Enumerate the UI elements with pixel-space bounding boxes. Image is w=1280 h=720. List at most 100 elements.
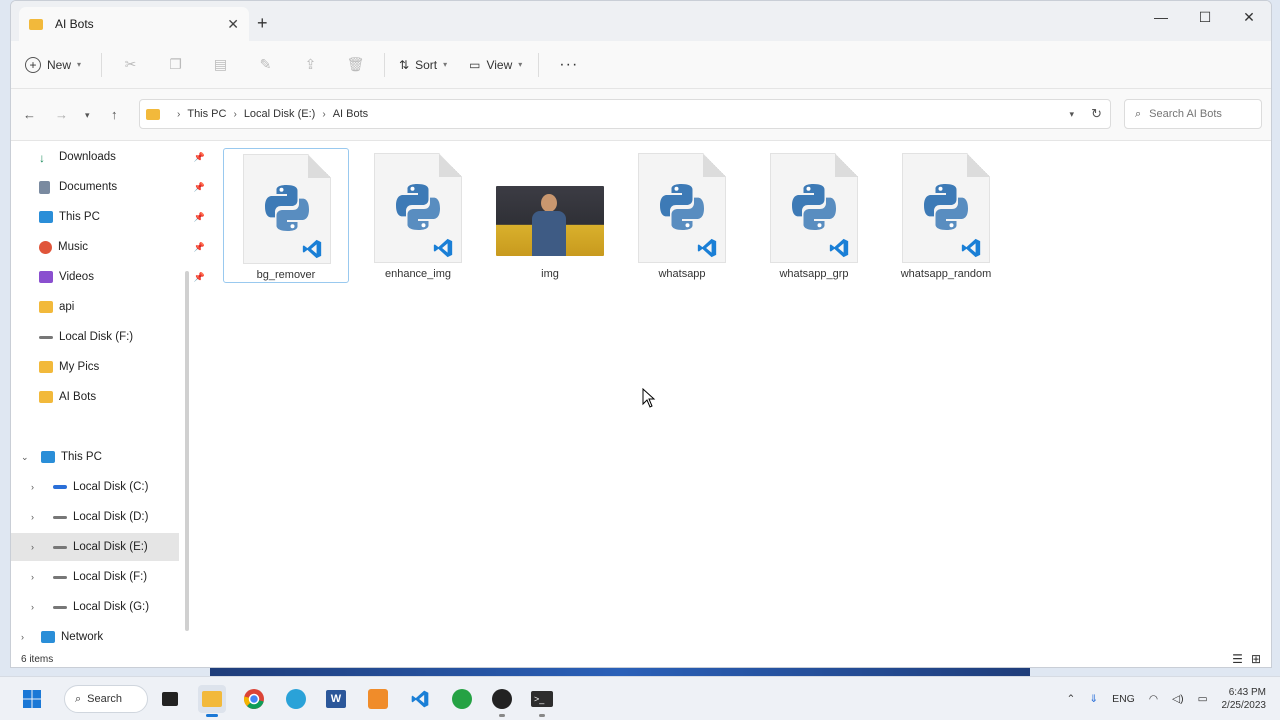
file-item[interactable]: img bbox=[487, 148, 613, 283]
close-tab-icon[interactable]: ✕ bbox=[227, 16, 239, 33]
sidebar-item-local-disk-f[interactable]: › Local Disk (F:) bbox=[29, 563, 199, 591]
copy-button[interactable]: ❐ bbox=[153, 50, 198, 80]
sidebar-item-local-disk-c[interactable]: › Local Disk (C:) bbox=[29, 473, 199, 501]
file-name: bg_remover bbox=[256, 269, 316, 281]
sidebar-item-downloads[interactable]: ↓ Downloads 📌 bbox=[39, 143, 209, 171]
chevron-right-icon[interactable]: › bbox=[31, 512, 34, 522]
sidebar-item-label: Music bbox=[58, 241, 89, 253]
sidebar-item-local-disk-g[interactable]: › Local Disk (G:) bbox=[29, 593, 199, 621]
python-logo-icon bbox=[396, 184, 440, 230]
app-2-taskbar-button[interactable] bbox=[488, 685, 516, 717]
chevron-down-icon[interactable]: ⌄ bbox=[21, 452, 29, 463]
file-item[interactable]: whatsapp_grp bbox=[751, 148, 877, 283]
sidebar-item-network[interactable]: › Network bbox=[19, 623, 189, 651]
search-input[interactable] bbox=[1149, 108, 1250, 120]
back-arrow-icon[interactable]: ← bbox=[23, 107, 36, 122]
word-taskbar-button[interactable]: W bbox=[322, 685, 350, 713]
file-item[interactable]: whatsapp bbox=[619, 148, 745, 283]
sidebar-scrollbar[interactable] bbox=[185, 271, 189, 631]
task-view-button[interactable] bbox=[156, 685, 184, 713]
chevron-right-icon[interactable]: › bbox=[31, 542, 34, 552]
sidebar-item-videos[interactable]: Videos 📌 bbox=[39, 263, 209, 291]
sidebar-item-local-disk-d[interactable]: › Local Disk (D:) bbox=[29, 503, 199, 531]
breadcrumb-ai-bots[interactable]: AI Bots bbox=[333, 108, 368, 120]
file-item[interactable]: bg_remover bbox=[223, 148, 349, 283]
pin-icon[interactable]: 📌 bbox=[194, 212, 205, 223]
breadcrumb-this-pc[interactable]: This PC bbox=[187, 108, 226, 120]
start-button[interactable] bbox=[18, 685, 46, 713]
up-arrow-icon[interactable]: ↑ bbox=[111, 107, 118, 122]
running-indicator bbox=[539, 714, 545, 717]
forward-arrow-icon[interactable]: → bbox=[55, 107, 68, 122]
app-taskbar-button[interactable] bbox=[282, 685, 310, 713]
address-row: ← → ▾ ↑ › This PC › Local Disk (E:) › AI… bbox=[11, 89, 1271, 141]
sort-button[interactable]: ⇅ Sort ▾ bbox=[399, 58, 447, 72]
pin-icon[interactable]: 📌 bbox=[194, 152, 205, 163]
sidebar-item-api[interactable]: api bbox=[39, 293, 209, 321]
chevron-right-icon[interactable]: › bbox=[31, 482, 34, 492]
sidebar-item-this-pc[interactable]: ⌄ This PC bbox=[19, 443, 189, 471]
large-icons-view-icon[interactable]: ⊞ bbox=[1251, 652, 1261, 666]
chevron-right-icon: › bbox=[233, 108, 237, 120]
recent-locations-icon[interactable]: ▾ bbox=[85, 110, 90, 121]
share-button[interactable]: ⇪ bbox=[288, 50, 333, 80]
clock[interactable]: 6:43 PM 2/25/2023 bbox=[1222, 686, 1267, 712]
taskbar-search[interactable]: ⌕ Search bbox=[64, 685, 148, 713]
chrome-taskbar-button[interactable] bbox=[240, 685, 268, 713]
sidebar-item-local-disk-f-quick[interactable]: Local Disk (F:) bbox=[39, 323, 209, 351]
chevron-right-icon[interactable]: › bbox=[21, 632, 24, 642]
app-icon bbox=[286, 689, 306, 709]
sidebar-item-music[interactable]: Music 📌 bbox=[39, 233, 209, 261]
details-view-icon[interactable]: ☰ bbox=[1232, 652, 1243, 666]
paste-button[interactable]: ▤ bbox=[198, 50, 243, 80]
view-toggles: ☰ ⊞ bbox=[1232, 652, 1261, 666]
usb-icon[interactable]: ⇓ bbox=[1089, 693, 1098, 705]
wifi-icon[interactable]: ◠ bbox=[1149, 693, 1158, 705]
whatsapp-taskbar-button[interactable] bbox=[448, 685, 476, 713]
file-name: enhance_img bbox=[384, 268, 452, 280]
sidebar-item-documents[interactable]: Documents 📌 bbox=[39, 173, 209, 201]
sidebar-item-label: This PC bbox=[59, 211, 100, 223]
pin-icon[interactable]: 📌 bbox=[194, 272, 205, 283]
volume-icon[interactable]: ◁) bbox=[1172, 693, 1184, 705]
divider bbox=[384, 52, 386, 77]
search-box[interactable]: ⌕ bbox=[1124, 99, 1262, 129]
refresh-icon[interactable]: ↻ bbox=[1091, 106, 1102, 122]
language-indicator[interactable]: ENG bbox=[1112, 693, 1135, 705]
chevron-up-icon[interactable]: ⌃ bbox=[1066, 693, 1075, 705]
new-button[interactable]: + New ▾ bbox=[25, 56, 81, 73]
view-button[interactable]: ▭ View ▾ bbox=[469, 58, 522, 72]
maximize-button[interactable]: ☐ bbox=[1183, 1, 1227, 33]
delete-button[interactable]: 🗑 bbox=[333, 50, 378, 80]
title-bar: AI Bots ✕ + — ☐ ✕ bbox=[11, 1, 1271, 41]
folder-icon bbox=[146, 108, 160, 120]
breadcrumb-local-disk-e[interactable]: Local Disk (E:) bbox=[244, 108, 316, 120]
sidebar-item-this-pc-quick[interactable]: This PC 📌 bbox=[39, 203, 209, 231]
file-item[interactable]: enhance_img bbox=[355, 148, 481, 283]
terminal-taskbar-button[interactable]: >_ bbox=[528, 685, 556, 717]
file-item[interactable]: whatsapp_random bbox=[883, 148, 1009, 283]
minimize-button[interactable]: — bbox=[1139, 1, 1183, 33]
file-explorer-window: AI Bots ✕ + — ☐ ✕ + New ▾ ✂ ❐ ▤ ✎ ⇪ 🗑 ⇅ … bbox=[10, 0, 1272, 668]
cut-button[interactable]: ✂ bbox=[108, 50, 153, 80]
close-window-button[interactable]: ✕ bbox=[1227, 1, 1271, 33]
battery-icon[interactable]: ▭ bbox=[1198, 693, 1208, 705]
pin-icon[interactable]: 📌 bbox=[194, 182, 205, 193]
python-file-icon bbox=[243, 154, 331, 264]
sidebar-item-my-pics[interactable]: My Pics bbox=[39, 353, 209, 381]
address-dropdown-icon[interactable]: ▾ bbox=[1069, 109, 1074, 120]
tab-ai-bots[interactable]: AI Bots ✕ bbox=[19, 7, 249, 41]
more-options-button[interactable]: ··· bbox=[559, 56, 578, 74]
sidebar-item-label: Local Disk (F:) bbox=[59, 331, 134, 343]
chevron-right-icon[interactable]: › bbox=[31, 572, 34, 582]
address-bar[interactable]: › This PC › Local Disk (E:) › AI Bots ▾ … bbox=[139, 99, 1111, 129]
chevron-right-icon[interactable]: › bbox=[31, 602, 34, 612]
sidebar-item-ai-bots[interactable]: AI Bots bbox=[39, 383, 209, 411]
vscode-taskbar-button[interactable] bbox=[406, 685, 434, 713]
pin-icon[interactable]: 📌 bbox=[194, 242, 205, 253]
sublime-taskbar-button[interactable] bbox=[364, 685, 392, 713]
new-tab-button[interactable]: + bbox=[257, 13, 268, 34]
rename-button[interactable]: ✎ bbox=[243, 50, 288, 80]
file-explorer-taskbar-button[interactable] bbox=[198, 685, 226, 717]
sidebar-item-local-disk-e[interactable]: › Local Disk (E:) bbox=[11, 533, 179, 561]
